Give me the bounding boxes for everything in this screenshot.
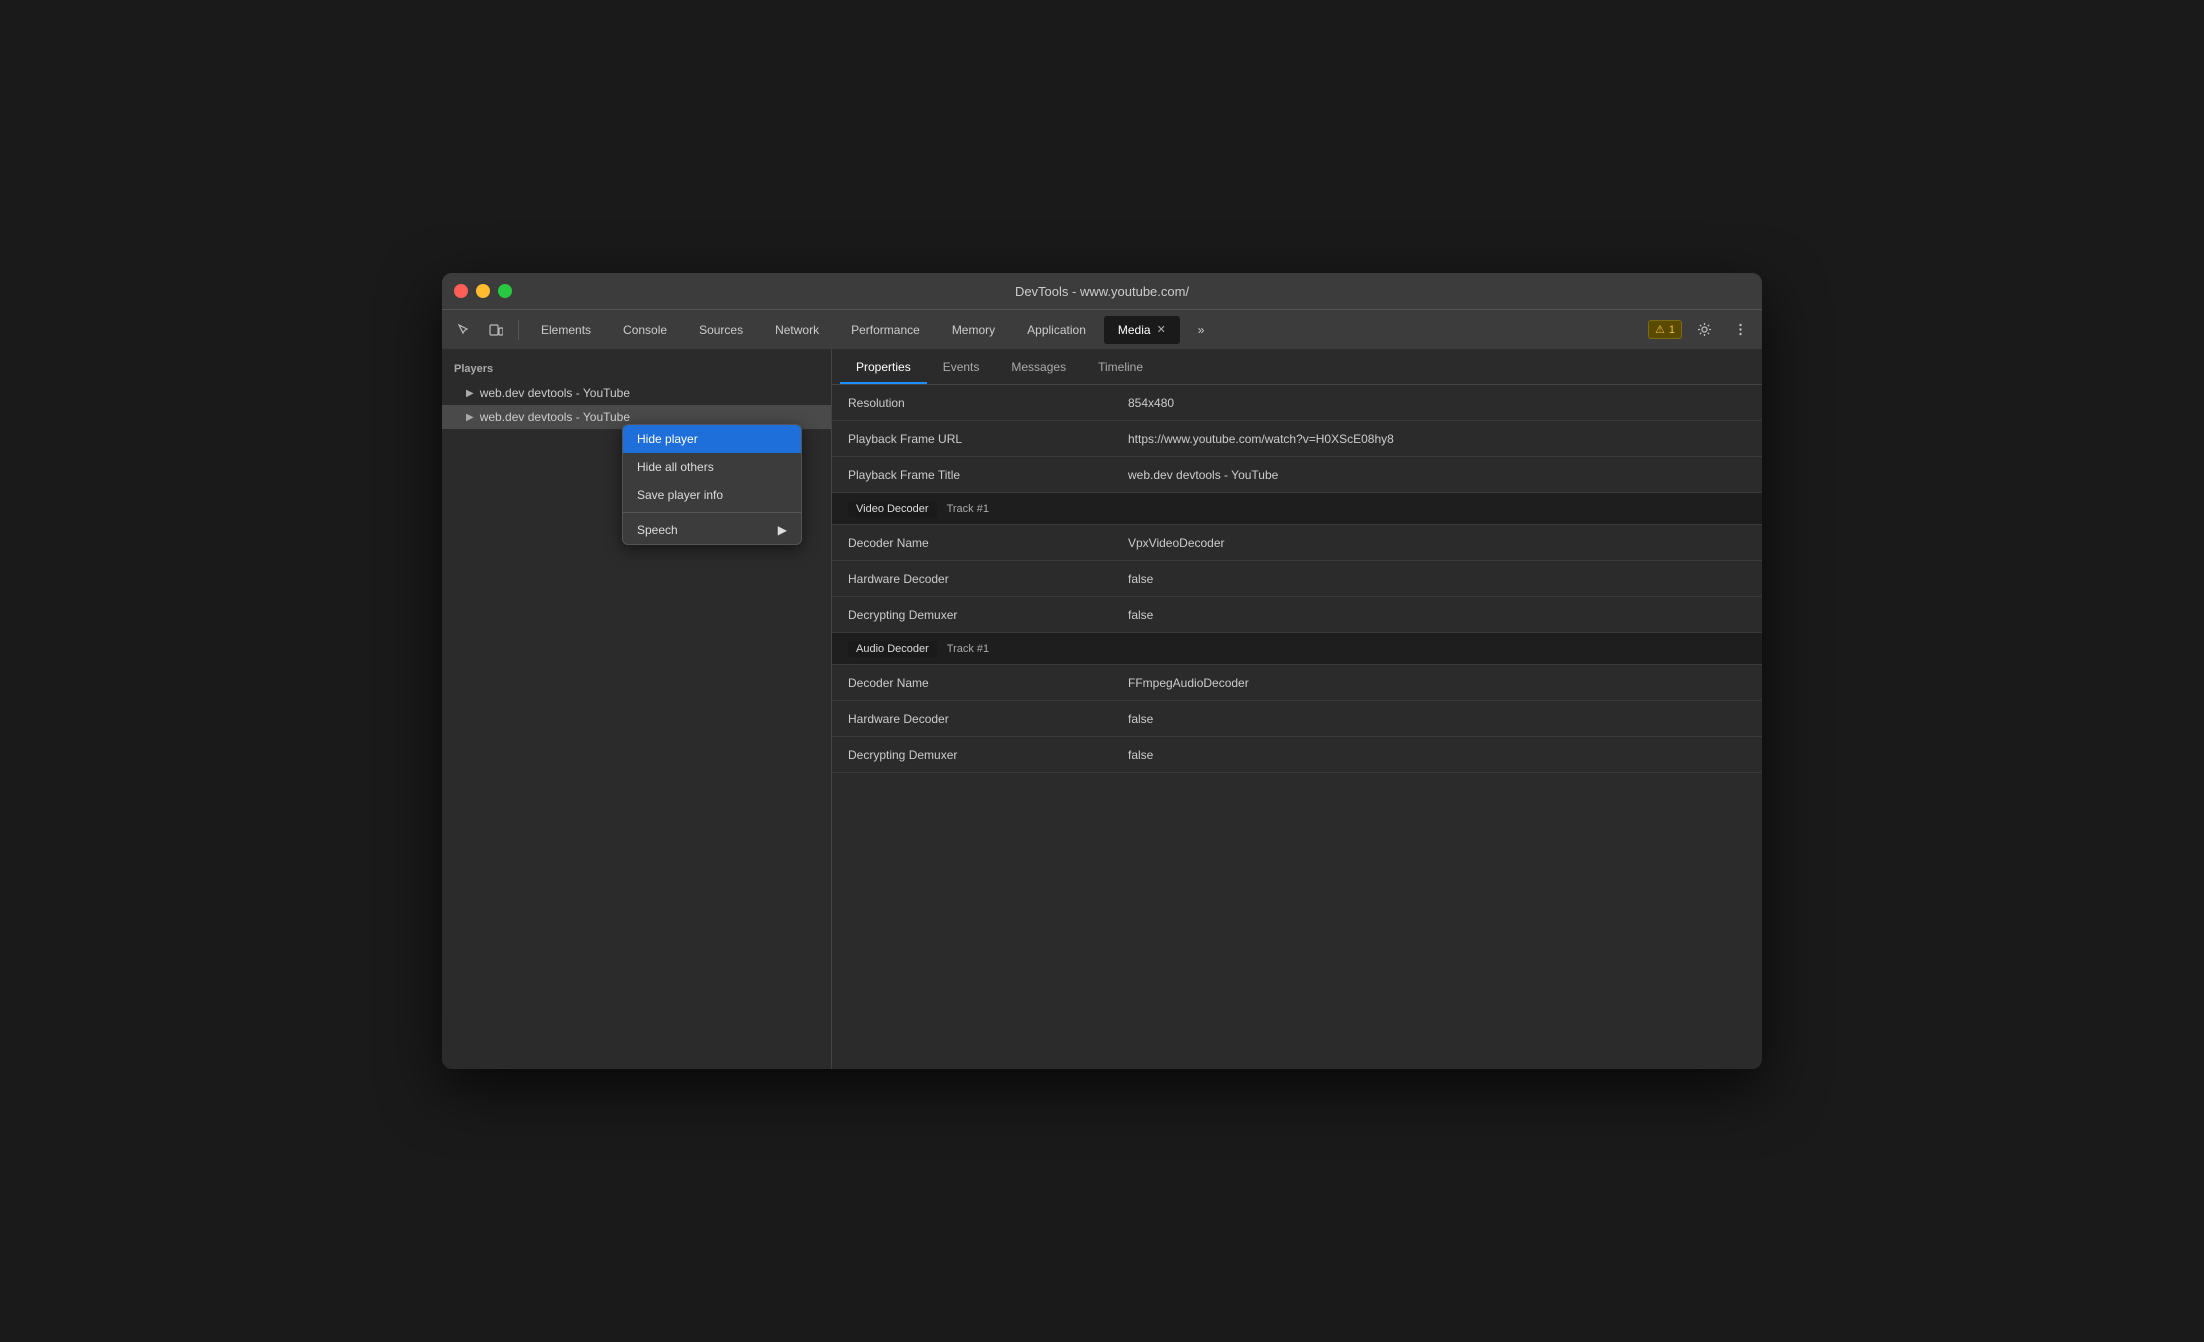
warning-badge[interactable]: ⚠ 1 bbox=[1648, 320, 1682, 339]
context-menu: Hide player Hide all others Save player … bbox=[622, 424, 802, 545]
prop-value-video-hardware-decoder: false bbox=[1112, 564, 1762, 594]
video-decoder-badge: Video Decoder bbox=[848, 501, 937, 517]
tab-network[interactable]: Network bbox=[761, 316, 833, 344]
prop-value-audio-decrypting-demuxer: false bbox=[1112, 740, 1762, 770]
prop-key-resolution: Resolution bbox=[832, 388, 1112, 418]
prop-key-audio-decoder-name: Decoder Name bbox=[832, 668, 1112, 698]
maximize-button[interactable] bbox=[498, 284, 512, 298]
tab-console[interactable]: Console bbox=[609, 316, 681, 344]
main-area: Players ▶ web.dev devtools - YouTube ▶ w… bbox=[442, 349, 1762, 1069]
tab-elements[interactable]: Elements bbox=[527, 316, 605, 344]
close-button[interactable] bbox=[454, 284, 468, 298]
submenu-arrow-icon: ▶ bbox=[778, 523, 787, 537]
devtools-window: DevTools - www.youtube.com/ Elements Con… bbox=[442, 273, 1762, 1069]
tab-memory[interactable]: Memory bbox=[938, 316, 1009, 344]
prop-value-audio-hardware-decoder: false bbox=[1112, 704, 1762, 734]
settings-icon[interactable] bbox=[1690, 316, 1718, 344]
audio-decoder-badge: Audio Decoder bbox=[848, 641, 937, 657]
toolbar-separator-1 bbox=[518, 320, 519, 340]
inspect-icon[interactable] bbox=[450, 316, 478, 344]
content-area: Properties Events Messages Timeline Reso… bbox=[832, 349, 1762, 1069]
prop-key-video-decrypting-demuxer: Decrypting Demuxer bbox=[832, 600, 1112, 630]
tab-messages[interactable]: Messages bbox=[995, 352, 1082, 384]
sidebar: Players ▶ web.dev devtools - YouTube ▶ w… bbox=[442, 349, 832, 1069]
toolbar: Elements Console Sources Network Perform… bbox=[442, 309, 1762, 349]
video-decoder-section-header: Video Decoder Track #1 bbox=[832, 493, 1762, 525]
minimize-button[interactable] bbox=[476, 284, 490, 298]
tab-timeline[interactable]: Timeline bbox=[1082, 352, 1159, 384]
prop-row-frame-url: Playback Frame URL https://www.youtube.c… bbox=[832, 421, 1762, 457]
prop-value-resolution: 854x480 bbox=[1112, 388, 1762, 418]
prop-value-video-decrypting-demuxer: false bbox=[1112, 600, 1762, 630]
context-menu-save-player-info[interactable]: Save player info bbox=[623, 481, 801, 509]
sidebar-header: Players bbox=[442, 357, 831, 381]
window-title: DevTools - www.youtube.com/ bbox=[1015, 284, 1189, 299]
prop-row-audio-hardware-decoder: Hardware Decoder false bbox=[832, 701, 1762, 737]
device-icon[interactable] bbox=[482, 316, 510, 344]
prop-value-frame-url: https://www.youtube.com/watch?v=H0XScE08… bbox=[1112, 424, 1762, 454]
prop-value-frame-title: web.dev devtools - YouTube bbox=[1112, 460, 1762, 490]
tab-media[interactable]: Media ✕ bbox=[1104, 316, 1180, 344]
tab-properties[interactable]: Properties bbox=[840, 352, 927, 384]
player2-label: web.dev devtools - YouTube bbox=[480, 410, 630, 424]
tab-performance[interactable]: Performance bbox=[837, 316, 934, 344]
prop-key-frame-url: Playback Frame URL bbox=[832, 424, 1112, 454]
arrow-icon-2: ▶ bbox=[466, 412, 474, 423]
content-tabs: Properties Events Messages Timeline bbox=[832, 349, 1762, 385]
tab-events[interactable]: Events bbox=[927, 352, 996, 384]
properties-table: Resolution 854x480 Playback Frame URL ht… bbox=[832, 385, 1762, 1069]
more-options-icon[interactable] bbox=[1726, 316, 1754, 344]
warning-count: 1 bbox=[1669, 324, 1675, 336]
context-menu-hide-all-others[interactable]: Hide all others bbox=[623, 453, 801, 481]
tab-application[interactable]: Application bbox=[1013, 316, 1100, 344]
arrow-icon-1: ▶ bbox=[466, 388, 474, 399]
traffic-lights bbox=[454, 284, 512, 298]
title-bar: DevTools - www.youtube.com/ bbox=[442, 273, 1762, 309]
sidebar-item-player1[interactable]: ▶ web.dev devtools - YouTube bbox=[442, 381, 831, 405]
prop-key-video-decoder-name: Decoder Name bbox=[832, 528, 1112, 558]
prop-key-audio-decrypting-demuxer: Decrypting Demuxer bbox=[832, 740, 1112, 770]
tab-sources[interactable]: Sources bbox=[685, 316, 757, 344]
audio-decoder-track: Track #1 bbox=[947, 643, 989, 655]
prop-key-video-hardware-decoder: Hardware Decoder bbox=[832, 564, 1112, 594]
video-decoder-track: Track #1 bbox=[947, 503, 989, 515]
media-tab-close[interactable]: ✕ bbox=[1157, 323, 1166, 336]
prop-row-audio-decoder-name: Decoder Name FFmpegAudioDecoder bbox=[832, 665, 1762, 701]
warning-icon: ⚠ bbox=[1655, 323, 1665, 336]
prop-row-resolution: Resolution 854x480 bbox=[832, 385, 1762, 421]
player1-label: web.dev devtools - YouTube bbox=[480, 386, 630, 400]
prop-row-frame-title: Playback Frame Title web.dev devtools - … bbox=[832, 457, 1762, 493]
prop-value-video-decoder-name: VpxVideoDecoder bbox=[1112, 528, 1762, 558]
prop-row-video-decrypting-demuxer: Decrypting Demuxer false bbox=[832, 597, 1762, 633]
prop-row-video-decoder-name: Decoder Name VpxVideoDecoder bbox=[832, 525, 1762, 561]
audio-decoder-section-header: Audio Decoder Track #1 bbox=[832, 633, 1762, 665]
prop-value-audio-decoder-name: FFmpegAudioDecoder bbox=[1112, 668, 1762, 698]
prop-row-audio-decrypting-demuxer: Decrypting Demuxer false bbox=[832, 737, 1762, 773]
context-menu-separator bbox=[623, 512, 801, 513]
context-menu-speech[interactable]: Speech ▶ bbox=[623, 516, 801, 544]
prop-key-frame-title: Playback Frame Title bbox=[832, 460, 1112, 490]
prop-row-video-hardware-decoder: Hardware Decoder false bbox=[832, 561, 1762, 597]
prop-key-audio-hardware-decoder: Hardware Decoder bbox=[832, 704, 1112, 734]
toolbar-right: ⚠ 1 bbox=[1648, 316, 1754, 344]
context-menu-hide-player[interactable]: Hide player bbox=[623, 425, 801, 453]
more-tabs-button[interactable]: » bbox=[1184, 316, 1219, 344]
